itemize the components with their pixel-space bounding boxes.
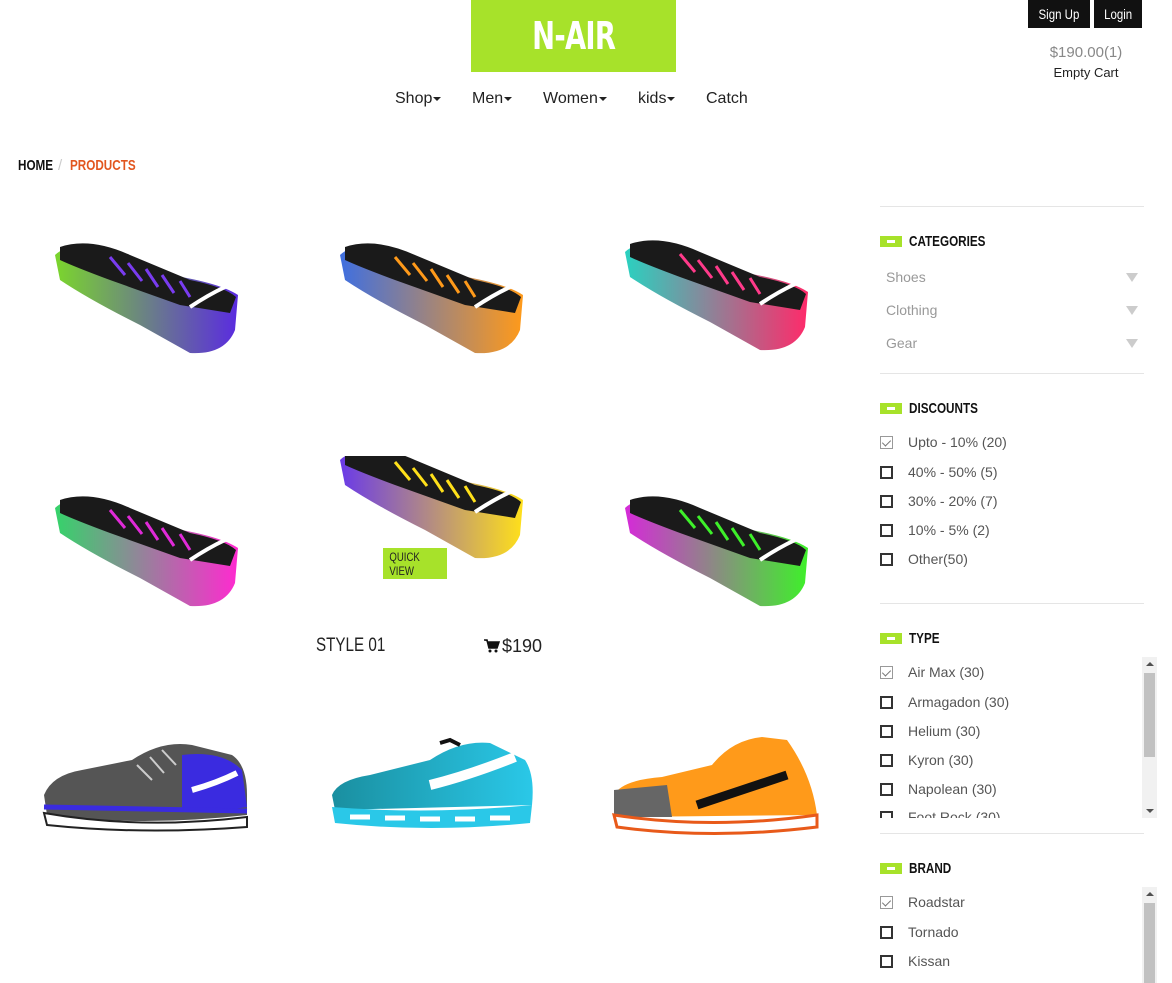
breadcrumb-separator: / (58, 157, 63, 174)
checkbox[interactable] (880, 552, 893, 566)
login-button[interactable]: Login (1094, 0, 1142, 28)
nav-kids[interactable]: kids (638, 90, 676, 108)
triangle-down-icon (1126, 273, 1138, 282)
caret-down-icon (598, 96, 607, 101)
sidebar-divider (880, 833, 1144, 834)
signup-button[interactable]: Sign Up (1028, 0, 1090, 28)
caret-down-icon (504, 96, 513, 101)
logo-text: N-AIR (531, 14, 616, 58)
checkbox[interactable] (880, 925, 893, 939)
type-header[interactable]: TYPE (880, 628, 948, 648)
product-name[interactable]: STYLE 01 (316, 635, 385, 657)
checkbox[interactable] (880, 954, 893, 968)
type-option[interactable]: Foot Rock (30) (880, 807, 1001, 818)
type-list[interactable]: Air Max (30) Armagadon (30) Helium (30) … (880, 657, 1158, 818)
breadcrumb-home[interactable]: HOME (18, 157, 53, 174)
type-option[interactable]: Helium (30) (880, 721, 980, 741)
basketball-orange-image[interactable] (611, 735, 822, 840)
type-option[interactable]: Armagadon (30) (880, 692, 1009, 712)
type-option[interactable]: Napolean (30) (880, 779, 997, 799)
checkbox[interactable] (880, 465, 893, 479)
sidebar-divider (880, 206, 1144, 207)
shoe-green-magenta-image[interactable] (50, 488, 245, 618)
brand-option[interactable]: Kissan (880, 951, 950, 971)
category-gear[interactable]: Gear (886, 335, 1138, 351)
cart-total[interactable]: $190.00(1) (1030, 44, 1142, 61)
nav-catch[interactable]: Catch (706, 90, 748, 108)
breadcrumb: HOME / PRODUCTS (18, 157, 136, 174)
checkbox[interactable] (880, 695, 893, 709)
brand-header[interactable]: BRAND (880, 858, 963, 878)
collapse-icon[interactable] (880, 402, 902, 414)
collapse-icon[interactable] (880, 235, 902, 247)
trainer-grey-blue-image[interactable] (42, 735, 252, 835)
checkbox[interactable] (880, 810, 893, 818)
main-nav: Shop Men Women kids Catch (0, 90, 1172, 112)
triangle-down-icon (1126, 339, 1138, 348)
discounts-header[interactable]: DISCOUNTS (880, 398, 997, 418)
nav-men[interactable]: Men (472, 90, 513, 108)
discount-option[interactable]: Upto - 10% (20) (880, 432, 1007, 452)
scroll-up-icon[interactable] (1146, 662, 1154, 666)
checkbox[interactable] (880, 753, 893, 767)
runner-teal-image[interactable] (330, 735, 535, 835)
brand-scrollbar[interactable] (1142, 887, 1157, 983)
caret-down-icon (433, 96, 442, 101)
checkbox[interactable] (880, 782, 893, 796)
shoe-teal-pink-image[interactable] (620, 232, 815, 362)
checkbox[interactable] (880, 724, 893, 738)
brand-option[interactable]: Tornado (880, 922, 959, 942)
product-price[interactable]: $190 (484, 636, 542, 657)
nav-women[interactable]: Women (543, 90, 607, 108)
checkbox[interactable] (880, 523, 893, 537)
type-option[interactable]: Air Max (30) (880, 662, 984, 682)
shoe-magenta-green-image[interactable] (620, 488, 815, 618)
brand-option[interactable]: Roadstar (880, 892, 965, 912)
type-option[interactable]: Kyron (30) (880, 750, 973, 770)
category-shoes[interactable]: Shoes (886, 269, 1138, 285)
quick-view-button[interactable]: QUICK VIEW (383, 548, 447, 579)
breadcrumb-current: PRODUCTS (70, 157, 136, 174)
categories-header[interactable]: CATEGORIES (880, 231, 1007, 251)
sidebar-divider (880, 603, 1144, 604)
checkbox[interactable] (880, 494, 893, 508)
discount-option[interactable]: 10% - 5% (2) (880, 520, 990, 540)
checkbox-checked[interactable] (880, 435, 893, 449)
scroll-down-icon[interactable] (1146, 809, 1154, 813)
collapse-icon[interactable] (880, 862, 902, 874)
logo[interactable]: N-AIR (471, 0, 676, 72)
empty-cart-link[interactable]: Empty Cart (1030, 65, 1142, 80)
checkbox-checked[interactable] (880, 895, 893, 909)
discount-option[interactable]: 30% - 20% (7) (880, 491, 997, 511)
scroll-up-icon[interactable] (1146, 892, 1154, 896)
checkbox-checked[interactable] (880, 665, 893, 679)
shoe-blue-orange-image[interactable] (335, 235, 530, 365)
triangle-down-icon (1126, 306, 1138, 315)
collapse-icon[interactable] (880, 632, 902, 644)
category-clothing[interactable]: Clothing (886, 302, 1138, 318)
cart-icon[interactable] (484, 639, 501, 653)
shoe-green-purple-image[interactable] (50, 235, 245, 365)
nav-shop[interactable]: Shop (395, 90, 442, 108)
type-scrollbar[interactable] (1142, 657, 1157, 818)
scroll-thumb[interactable] (1144, 673, 1155, 757)
discount-option[interactable]: 40% - 50% (5) (880, 462, 997, 482)
scroll-thumb[interactable] (1144, 903, 1155, 983)
sidebar-divider (880, 373, 1144, 374)
discount-option[interactable]: Other(50) (880, 549, 968, 569)
caret-down-icon (667, 96, 676, 101)
brand-list[interactable]: Roadstar Tornado Kissan (880, 887, 1158, 983)
